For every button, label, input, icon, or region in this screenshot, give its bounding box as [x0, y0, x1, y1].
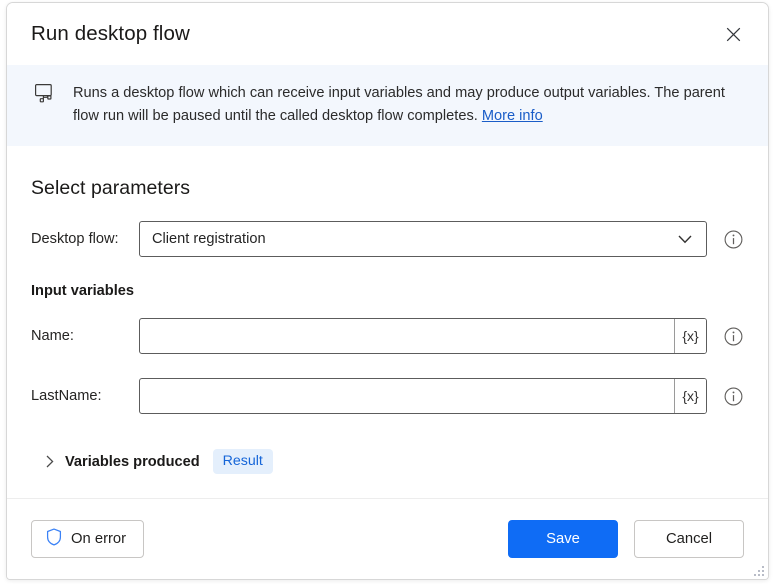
name-label: Name:: [31, 328, 74, 344]
close-button[interactable]: [712, 15, 754, 53]
resize-grip-icon[interactable]: [750, 562, 764, 576]
desktop-flow-label: Desktop flow:: [31, 231, 119, 247]
dialog-footer: On error Save Cancel: [7, 498, 768, 579]
lastname-label: LastName:: [31, 388, 102, 404]
shield-icon: [46, 528, 62, 550]
close-icon: [726, 27, 741, 42]
name-control: {x}: [139, 318, 707, 354]
desktop-flow-control: Client registration: [139, 221, 707, 257]
dialog-body: Select parameters Desktop flow: Client r…: [7, 146, 768, 498]
footer-actions: Save Cancel: [508, 520, 744, 558]
variables-produced-label: Variables produced: [65, 453, 200, 470]
on-error-button[interactable]: On error: [31, 520, 145, 558]
dialog-title: Run desktop flow: [31, 22, 190, 45]
lastname-control: {x}: [139, 378, 707, 414]
save-button[interactable]: Save: [508, 520, 618, 558]
desktop-flow-selected-value: Client registration: [152, 231, 266, 247]
info-banner: Runs a desktop flow which can receive in…: [7, 65, 768, 146]
name-textbox[interactable]: {x}: [139, 318, 707, 354]
select-parameters-heading: Select parameters: [31, 177, 191, 199]
lastname-info-icon[interactable]: [722, 385, 744, 407]
input-variable-row: Name: {x}: [31, 318, 744, 354]
info-banner-text: Runs a desktop flow which can receive in…: [73, 82, 744, 128]
variables-produced-row[interactable]: Variables produced Result: [31, 449, 744, 474]
on-error-label: On error: [71, 531, 127, 547]
desktop-flow-row: Desktop flow: Client registration: [31, 221, 744, 257]
dialog-titlebar: Run desktop flow: [7, 3, 768, 65]
lastname-variable-picker-button[interactable]: {x}: [674, 379, 706, 413]
desktop-flow-icon: [34, 84, 58, 104]
chevron-down-icon[interactable]: [672, 235, 698, 244]
name-input[interactable]: [140, 319, 674, 353]
chevron-right-icon[interactable]: [41, 455, 59, 468]
desktop-flow-info-icon[interactable]: [722, 228, 744, 250]
info-banner-description: Runs a desktop flow which can receive in…: [73, 85, 725, 124]
input-variables-heading: Input variables: [31, 283, 134, 299]
result-variable-badge[interactable]: Result: [212, 449, 273, 474]
name-variable-picker-button[interactable]: {x}: [674, 319, 706, 353]
input-variable-row: LastName: {x}: [31, 378, 744, 414]
lastname-textbox[interactable]: {x}: [139, 378, 707, 414]
lastname-input[interactable]: [140, 379, 674, 413]
name-info-icon[interactable]: [722, 325, 744, 347]
more-info-link[interactable]: More info: [482, 108, 543, 124]
cancel-button[interactable]: Cancel: [634, 520, 744, 558]
run-desktop-flow-dialog: Run desktop flow Runs a desktop flow whi…: [6, 2, 769, 580]
desktop-flow-select[interactable]: Client registration: [139, 221, 707, 257]
